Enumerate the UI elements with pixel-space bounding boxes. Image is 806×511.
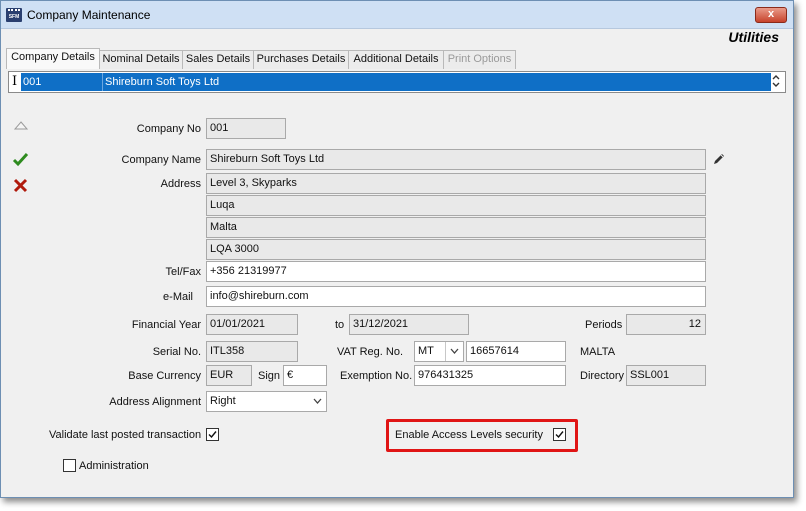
company-name-label: Company Name [121, 154, 201, 166]
company-no-field[interactable]: 001 [206, 118, 286, 139]
directory-field[interactable]: SSL001 [626, 365, 706, 386]
triangle-up-icon[interactable] [14, 121, 28, 131]
telfax-label: Tel/Fax [165, 266, 201, 278]
chevron-up-down-icon [772, 75, 780, 87]
tab-print-options: Print Options [443, 50, 516, 69]
section-title: Utilities [728, 29, 779, 45]
financial-year-to-field[interactable]: 31/12/2021 [349, 314, 469, 335]
tab-company-details[interactable]: Company Details [6, 48, 100, 69]
address-alignment-value: Right [210, 395, 236, 407]
base-currency-field[interactable]: EUR [206, 365, 252, 386]
checkmark-icon [555, 431, 564, 439]
tab-sales-details[interactable]: Sales Details [182, 50, 254, 69]
email-field[interactable]: info@shireburn.com [206, 286, 706, 307]
window-title: Company Maintenance [27, 8, 151, 22]
exemption-no-label: Exemption No. [340, 370, 413, 382]
financial-year-label: Financial Year [131, 319, 201, 331]
selected-company-name: Shireburn Soft Toys Ltd [102, 73, 219, 91]
title-bar: SFM Company Maintenance x [1, 1, 793, 29]
address-alignment-label: Address Alignment [109, 396, 201, 408]
telfax-field[interactable]: +356 21319977 [206, 261, 706, 282]
app-logo-text: SFM [8, 14, 20, 20]
app-logo-icon: SFM [6, 8, 22, 22]
periods-label: Periods [585, 319, 623, 331]
selected-company-row[interactable]: 001 Shireburn Soft Toys Ltd [21, 73, 771, 91]
enable-access-levels-checkbox[interactable] [553, 428, 566, 441]
validate-last-posted-checkbox[interactable] [206, 428, 219, 441]
tab-purchases-details[interactable]: Purchases Details [253, 50, 349, 69]
sign-field[interactable]: € [283, 365, 327, 386]
financial-year-from-field[interactable]: 01/01/2021 [206, 314, 298, 335]
address-line-2-field[interactable]: Luqa [206, 195, 706, 216]
pencil-icon[interactable] [712, 152, 726, 166]
directory-label: Directory [580, 370, 625, 382]
close-icon: x [767, 8, 775, 20]
selected-company-code: 001 [23, 76, 42, 88]
base-currency-label: Base Currency [128, 370, 201, 382]
serial-no-field[interactable]: ITL358 [206, 341, 298, 362]
checkmark-icon[interactable] [12, 152, 29, 167]
address-line-3-field[interactable]: Malta [206, 217, 706, 238]
address-line-1-field[interactable]: Level 3, Skyparks [206, 173, 706, 194]
address-label: Address [160, 178, 201, 190]
company-maintenance-window: SFM Company Maintenance x Utilities Comp… [0, 0, 794, 498]
validate-last-posted-label: Validate last posted transaction [49, 429, 202, 441]
administration-checkbox[interactable] [63, 459, 76, 472]
email-label: e-Mail [163, 291, 193, 303]
company-name-field[interactable]: Shireburn Soft Toys Ltd [206, 149, 706, 170]
chevron-down-icon [445, 342, 463, 361]
address-line-4-field[interactable]: LQA 3000 [206, 239, 706, 260]
serial-no-label: Serial No. [152, 346, 201, 358]
checkmark-icon [208, 431, 217, 439]
vat-number-field[interactable]: 16657614 [466, 341, 566, 362]
tab-additional-details[interactable]: Additional Details [348, 50, 444, 69]
company-no-label: Company No [136, 123, 201, 135]
enable-access-levels-label: Enable Access Levels security [395, 429, 543, 441]
financial-year-to-label: to [335, 319, 345, 331]
vat-reg-label: VAT Reg. No. [337, 346, 404, 358]
vat-country-select[interactable]: MT [414, 341, 464, 362]
company-selector[interactable]: I 001 Shireburn Soft Toys Ltd [8, 71, 786, 93]
vat-country-name: MALTA [580, 346, 616, 358]
selector-scroll-arrows[interactable] [769, 73, 783, 91]
address-alignment-select[interactable]: Right [206, 391, 327, 412]
vat-country-value: MT [418, 345, 434, 357]
close-button[interactable]: x [755, 7, 787, 23]
chevron-down-icon [308, 392, 326, 411]
tab-nominal-details[interactable]: Nominal Details [99, 50, 183, 69]
text-cursor-icon: I [12, 74, 18, 89]
administration-label: Administration [79, 460, 149, 472]
exemption-no-field[interactable]: 976431325 [414, 365, 566, 386]
periods-field[interactable]: 12 [626, 314, 706, 335]
x-cross-icon[interactable] [13, 178, 28, 193]
sign-label: Sign [258, 370, 281, 382]
